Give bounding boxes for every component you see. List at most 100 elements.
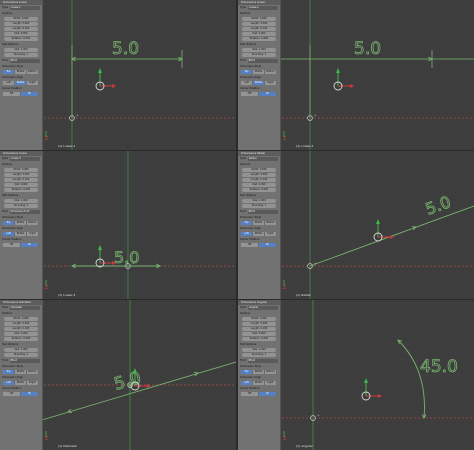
length-field[interactable]: Length: 5.000 (4, 322, 38, 326)
text-size-field[interactable]: Size: 1.000 (242, 48, 276, 52)
rotation-field[interactable]: Rotation: 0.000 (242, 188, 276, 192)
font-dropdown[interactable]: Bfont (9, 59, 40, 63)
style-middle-button[interactable]: Middle (253, 221, 265, 225)
align-middle-button[interactable]: Middle (253, 381, 265, 385)
distance-field[interactable]: Dist: 0.000 (242, 183, 276, 187)
font-dropdown[interactable]: Bfont (247, 359, 278, 363)
align-left-button[interactable]: Left (3, 232, 15, 236)
length-offset-field[interactable]: Length: 0.100 (242, 327, 276, 331)
style-bottom-button[interactable]: Bottom (265, 370, 277, 374)
align-left-button[interactable]: Left (3, 81, 15, 85)
rounding-field[interactable]: Rounding: 1 (4, 53, 38, 57)
style-bottom-button[interactable]: Bottom (265, 70, 277, 74)
rounding-field[interactable]: Rounding: 1 (4, 204, 38, 208)
viewport-linear-2[interactable]: +5.0 Z Dimensions Linear Type Linear-2 Opt… (238, 0, 474, 150)
align-right-button[interactable]: Right (265, 381, 277, 385)
align-right-button[interactable]: Right (27, 232, 39, 236)
style-middle-button[interactable]: Middle (15, 70, 27, 74)
type-dropdown[interactable]: Radial (247, 157, 278, 161)
length-offset-field[interactable]: Length: 0.100 (4, 27, 38, 31)
align-left-button[interactable]: Left (241, 81, 253, 85)
rotation-field[interactable]: Rotation: 0.000 (242, 337, 276, 341)
font-dropdown[interactable]: Bfont (9, 359, 40, 363)
cursor-off-button[interactable]: Off (3, 243, 21, 247)
width-field[interactable]: Width: 0.060 (4, 168, 38, 172)
type-dropdown[interactable]: Linear-3 (9, 157, 40, 161)
cursor-off-button[interactable]: Off (3, 92, 21, 96)
align-middle-button[interactable]: Middle (15, 381, 27, 385)
rotation-field[interactable]: Rotation: 0.000 (4, 337, 38, 341)
width-field[interactable]: Width: 0.060 (242, 168, 276, 172)
cursor-off-button[interactable]: Off (241, 92, 259, 96)
rotation-field[interactable]: Rotation: 0.000 (242, 37, 276, 41)
align-left-button[interactable]: Left (3, 381, 15, 385)
align-right-button[interactable]: Right (265, 81, 277, 85)
style-middle-button[interactable]: Middle (253, 370, 265, 374)
align-right-button[interactable]: Right (265, 232, 277, 236)
style-top-button[interactable]: Top (3, 221, 15, 225)
font-dropdown[interactable]: Dimension Font (9, 210, 40, 214)
style-bottom-button[interactable]: Bottom (265, 221, 277, 225)
cursor-off-button[interactable]: Off (241, 243, 259, 247)
distance-field[interactable]: Dist: 0.000 (242, 32, 276, 36)
text-size-field[interactable]: Size: 1.000 (4, 348, 38, 352)
style-bottom-button[interactable]: Bottom (27, 370, 39, 374)
align-left-button[interactable]: Left (241, 232, 253, 236)
viewport-diameter[interactable]: +5.0Z Dimensions Diameter TypeDiameter O… (0, 300, 236, 450)
length-field[interactable]: Length: 5.000 (4, 22, 38, 26)
font-dropdown[interactable]: Bfont (247, 210, 278, 214)
type-dropdown[interactable]: Diameter (9, 306, 40, 310)
length-field[interactable]: Length: 5.000 (242, 173, 276, 177)
length-field[interactable]: Length: 5.000 (242, 322, 276, 326)
style-bottom-button[interactable]: Bottom (27, 221, 39, 225)
text-size-field[interactable]: Size: 1.000 (4, 199, 38, 203)
viewport-radial[interactable]: +5.0 Z Dimensions Radial Type Radial Optio… (238, 151, 474, 299)
length-offset-field[interactable]: Length: 0.100 (242, 27, 276, 31)
rotation-field[interactable]: Rotation: 0.000 (4, 37, 38, 41)
align-right-button[interactable]: Right (27, 381, 39, 385)
cursor-on-button[interactable]: On (21, 392, 39, 396)
distance-field[interactable]: Dist: 0.000 (4, 183, 38, 187)
align-middle-button[interactable]: Middle (253, 81, 265, 85)
cursor-off-button[interactable]: Off (241, 392, 259, 396)
length-field[interactable]: Length: 5.000 (242, 22, 276, 26)
length-offset-field[interactable]: Length: 0.100 (4, 178, 38, 182)
cursor-on-button[interactable]: On (259, 392, 277, 396)
distance-field[interactable]: Dist: 0.000 (242, 332, 276, 336)
distance-field[interactable]: Dist: 0.000 (4, 332, 38, 336)
style-top-button[interactable]: Top (241, 370, 253, 374)
type-dropdown[interactable]: Linear-2 (247, 6, 278, 10)
style-top-button[interactable]: Top (3, 370, 15, 374)
viewport-angular[interactable]: +45.0 Z Dimensions Angular Type Angular Op… (238, 300, 474, 450)
width-field[interactable]: Width: 0.060 (4, 17, 38, 21)
text-size-field[interactable]: Size: 1.000 (242, 348, 276, 352)
rounding-field[interactable]: Rounding: 1 (242, 53, 276, 57)
align-middle-button[interactable]: Middle (253, 232, 265, 236)
style-middle-button[interactable]: Middle (15, 221, 27, 225)
text-size-field[interactable]: Size: 1.000 (4, 48, 38, 52)
style-top-button[interactable]: Top (241, 221, 253, 225)
align-middle-button[interactable]: Middle (15, 81, 27, 85)
style-bottom-button[interactable]: Bottom (27, 70, 39, 74)
style-top-button[interactable]: Top (241, 70, 253, 74)
align-middle-button[interactable]: Middle (15, 232, 27, 236)
rounding-field[interactable]: Rounding: 1 (4, 353, 38, 357)
cursor-on-button[interactable]: On (21, 92, 39, 96)
type-dropdown[interactable]: Linear-1 (9, 6, 40, 10)
width-field[interactable]: Width: 0.060 (4, 317, 38, 321)
distance-field[interactable]: Dist: 0.000 (4, 32, 38, 36)
width-field[interactable]: Width: 0.060 (242, 17, 276, 21)
viewport-linear-1[interactable]: +5.0 Z Dimensions Linear Type Linear-1 Opt… (0, 0, 236, 150)
rotation-field[interactable]: Rotation: 0.000 (4, 188, 38, 192)
style-top-button[interactable]: Top (3, 70, 15, 74)
style-middle-button[interactable]: Middle (15, 370, 27, 374)
length-offset-field[interactable]: Length: 0.100 (242, 178, 276, 182)
cursor-off-button[interactable]: Off (3, 392, 21, 396)
rounding-field[interactable]: Rounding: 1 (242, 353, 276, 357)
viewport-linear-3[interactable]: +5.0 Z Dimensions Linear Type Linear-3 Opt… (0, 151, 236, 299)
align-right-button[interactable]: Right (27, 81, 39, 85)
font-dropdown[interactable]: Bfont (247, 59, 278, 63)
text-size-field[interactable]: Size: 1.000 (242, 199, 276, 203)
length-offset-field[interactable]: Length: 0.100 (4, 327, 38, 331)
cursor-on-button[interactable]: On (259, 92, 277, 96)
